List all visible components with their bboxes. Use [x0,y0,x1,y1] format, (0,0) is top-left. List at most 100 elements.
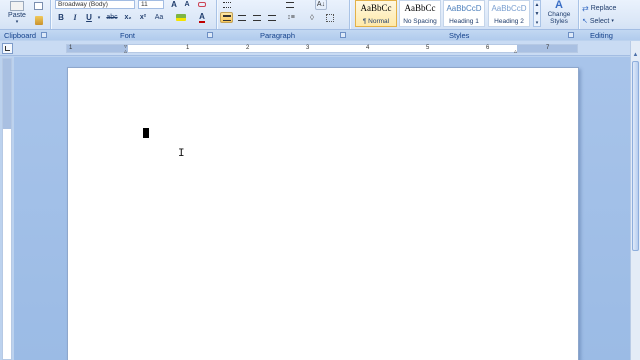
hanging-indent-marker[interactable]: ▵ [124,48,127,55]
underline-button[interactable]: U [83,12,95,23]
subscript-icon: x₂ [124,14,132,21]
superscript-button[interactable]: x² [136,12,150,23]
multilevel-list-button[interactable] [284,0,296,10]
scroll-thumb[interactable] [632,61,639,251]
font-name-value: Broadway (Body) [58,1,108,8]
change-styles-button[interactable]: A Change Styles [544,0,574,29]
paste-button[interactable]: Paste ▾ [4,0,30,29]
group-label-clipboard: Clipboard [4,31,37,40]
paste-label: Paste [8,12,26,19]
superscript-icon: x² [139,14,147,21]
text-cursor [143,128,149,138]
styles-dialog-launcher-icon[interactable] [568,32,574,38]
bullets-button[interactable] [221,0,233,10]
style-name: ¶ Normal [362,18,390,25]
horizontal-ruler[interactable]: 1 1 2 3 4 5 6 7 ▿ ▵ ▵ [66,44,578,55]
ibeam-pointer-icon: I [178,148,185,160]
align-center-button[interactable] [235,12,248,23]
paste-dropdown-icon: ▾ [15,19,19,25]
scroll-up-arrow-icon[interactable]: ▲ [632,51,639,60]
clipboard-dialog-launcher-icon[interactable] [41,32,47,38]
style-normal[interactable]: AaBbCc ¶ Normal [355,0,397,27]
horizontal-ruler-bar: 1 1 2 3 4 5 6 7 ▿ ▵ ▵ [0,41,640,56]
subscript-button[interactable]: x₂ [121,12,135,23]
document-workspace: I [14,57,630,360]
change-styles-label: Change Styles [547,11,571,25]
font-size-box[interactable]: 11 [138,0,164,9]
style-no-spacing[interactable]: AaBbCc No Spacing [399,0,441,27]
multilevel-list-icon [286,1,294,8]
copy-icon[interactable] [34,2,43,10]
ruler-number: 5 [426,45,430,51]
paragraph-dialog-launcher-icon[interactable] [340,32,346,38]
align-left-button[interactable] [220,12,233,23]
bullets-icon [223,1,231,8]
grow-font-button[interactable]: A [168,0,180,10]
group-label-paragraph: Paragraph [260,31,296,40]
highlight-button[interactable] [172,12,190,23]
underline-icon: U [86,13,92,22]
italic-icon: I [73,13,77,22]
borders-button[interactable] [322,12,338,23]
line-spacing-button[interactable]: ↕≡ [283,12,299,23]
underline-dropdown[interactable]: ▾ [96,12,102,23]
styles-gallery-scroll[interactable]: ▲ ▼ ▾ [533,0,541,27]
style-sample: AaBbCc [360,3,392,13]
style-name: No Spacing [403,18,437,25]
ruler-number: 4 [366,45,370,51]
align-right-icon [252,14,261,21]
left-tab-icon [5,46,10,51]
change-styles-icon: A [555,0,563,11]
replace-icon: ⇄ [582,3,589,13]
style-sample: AaBbCcD [446,4,482,13]
paste-icon [10,1,24,11]
vertical-ruler-top-margin [3,59,11,129]
justify-button[interactable] [265,12,278,23]
group-label-font: Font [120,31,136,40]
align-right-button[interactable] [250,12,263,23]
replace-button[interactable]: ⇄ Replace [582,3,638,13]
sort-icon: A↓ [316,1,326,8]
line-spacing-icon: ↕≡ [287,14,295,21]
vertical-scrollbar[interactable]: ▲ [630,41,640,360]
tab-selector-button[interactable] [2,43,13,54]
sort-button[interactable]: A↓ [315,0,327,10]
replace-label: Replace [590,4,617,12]
style-name: Heading 1 [449,18,479,25]
group-label-editing: Editing [590,31,613,40]
group-label-styles: Styles [449,31,470,40]
grow-font-icon: A [171,0,177,9]
style-name: Heading 2 [494,18,524,25]
ruler-left-margin [67,45,128,52]
clear-formatting-button[interactable] [196,0,208,10]
change-case-button[interactable]: Aa [151,12,167,23]
ruler-number: 1 [186,45,190,51]
italic-button[interactable]: I [69,12,81,23]
strikethrough-button[interactable]: abc [104,12,120,23]
ruler-number: 1 [69,45,73,51]
justify-icon [267,14,276,21]
shading-button[interactable]: ◊ [304,12,320,23]
font-size-value: 11 [141,1,148,8]
document-page[interactable]: I [67,67,579,360]
ruler-number: 3 [306,45,310,51]
bold-icon: B [58,13,64,22]
change-case-icon: Aa [154,14,164,21]
shrink-font-button[interactable]: A [181,0,193,10]
vertical-ruler[interactable] [2,58,12,360]
align-center-icon [237,14,246,21]
style-heading-2[interactable]: AaBbCcD Heading 2 [488,0,530,27]
style-heading-1[interactable]: AaBbCcD Heading 1 [443,0,485,27]
format-painter-icon[interactable] [35,16,43,25]
style-sample: AaBbCc [404,3,436,13]
ruler-number: 6 [486,45,490,51]
shrink-font-icon: A [184,1,190,8]
font-dialog-launcher-icon[interactable] [207,32,213,38]
ruler-number: 2 [246,45,250,51]
select-button[interactable]: ↖ Select ▾ [582,16,638,26]
group-labels-bar: Clipboard Font Paragraph Styles Editing [0,29,640,40]
right-indent-marker[interactable]: ▵ [514,48,517,55]
font-name-box[interactable]: Broadway (Body) [55,0,135,9]
font-color-button[interactable]: A [194,12,210,23]
bold-button[interactable]: B [55,12,67,23]
